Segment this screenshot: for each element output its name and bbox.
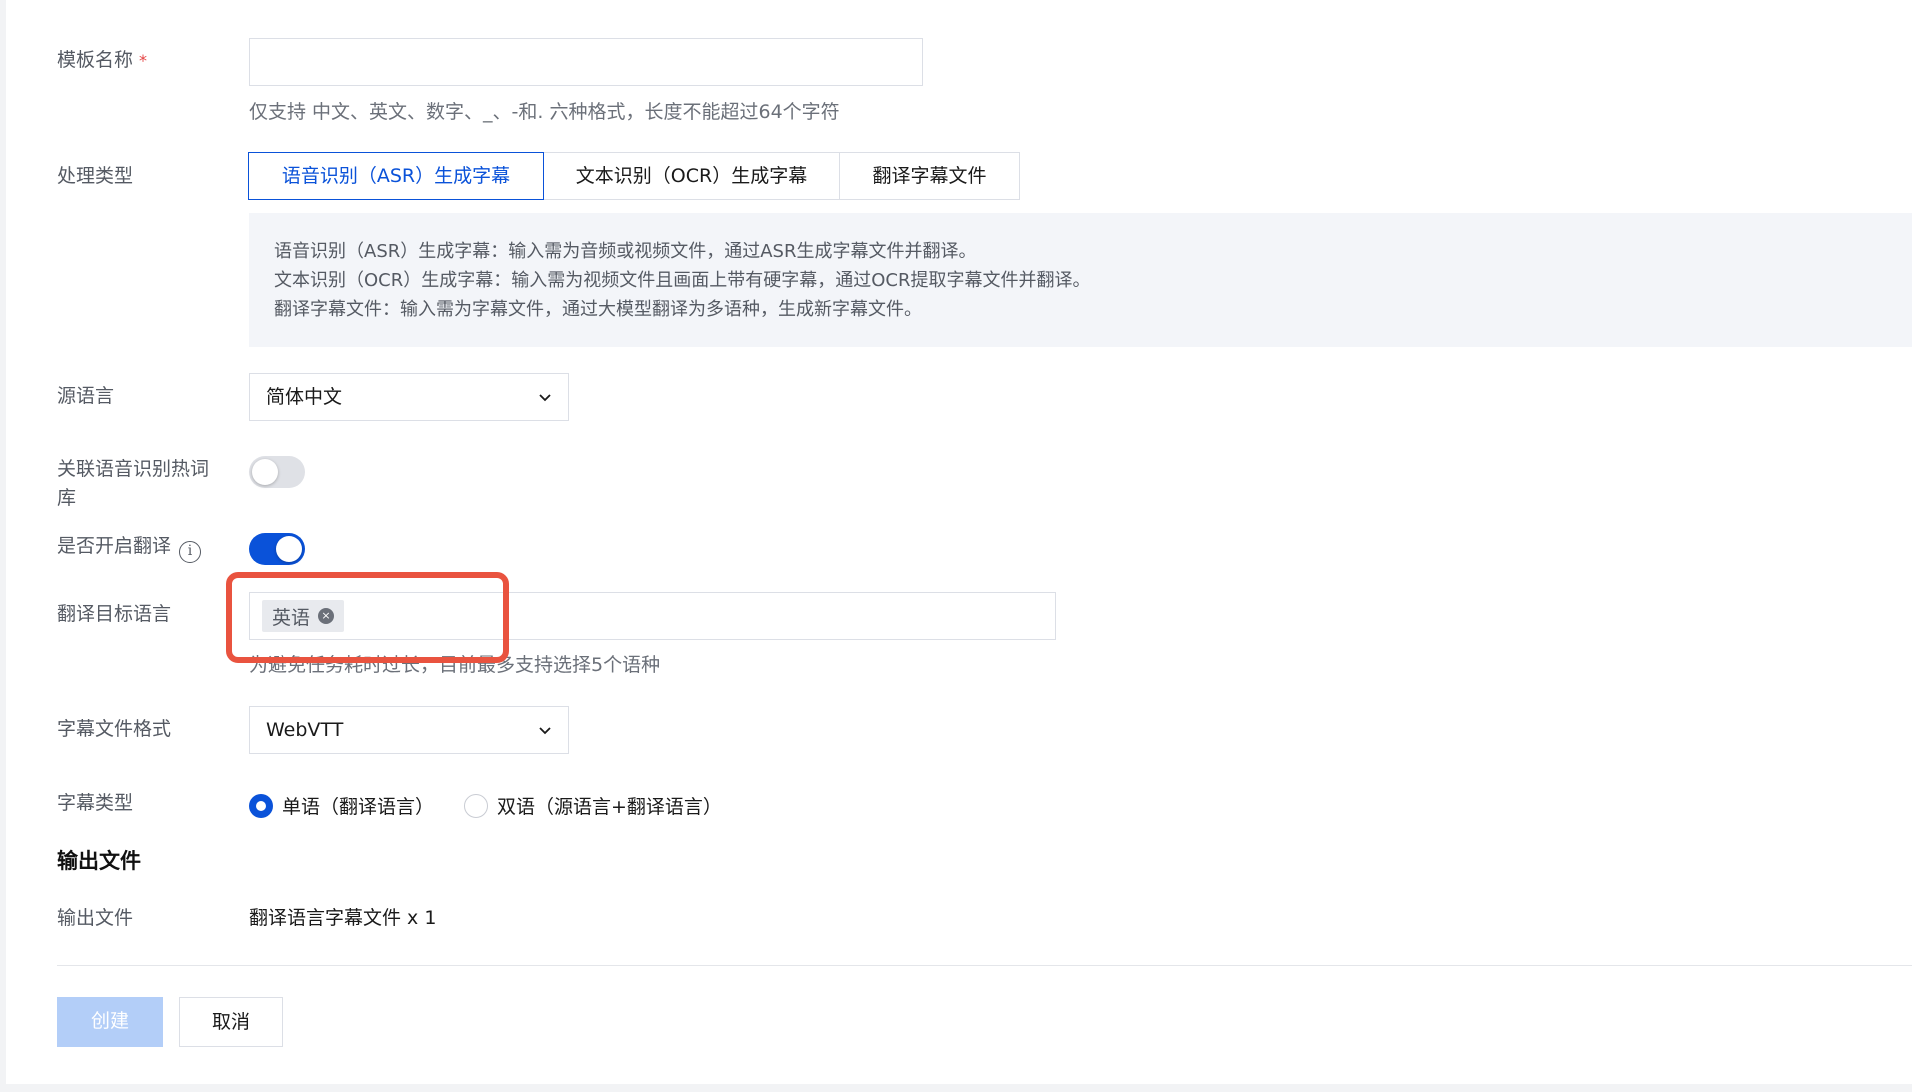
process-type-option-asr[interactable]: 语音识别（ASR）生成字幕: [248, 152, 544, 200]
process-type-label: 处理类型: [57, 165, 134, 187]
toggle-knob: [252, 459, 278, 485]
template-name-input[interactable]: [249, 38, 923, 86]
hotword-toggle[interactable]: [249, 456, 305, 488]
translate-toggle[interactable]: [249, 533, 305, 565]
target-language-label: 翻译目标语言: [57, 603, 172, 625]
radio-bilingual-label: 双语（源语言+翻译语言）: [497, 796, 722, 818]
toggle-knob: [276, 536, 302, 562]
subtitle-format-value: WebVTT: [266, 719, 344, 741]
chevron-down-icon: [539, 394, 551, 402]
process-type-option-ocr[interactable]: 文本识别（OCR）生成字幕: [543, 152, 840, 200]
process-type-description: 语音识别（ASR）生成字幕：输入需为音频或视频文件，通过ASR生成字幕文件并翻译…: [249, 213, 1912, 347]
subtitle-type-radio-group: 单语（翻译语言） 双语（源语言+翻译语言）: [249, 792, 752, 819]
radio-bilingual[interactable]: 双语（源语言+翻译语言）: [464, 792, 722, 819]
required-mark: *: [139, 51, 148, 70]
subtitle-format-select[interactable]: WebVTT: [249, 706, 569, 754]
source-language-label: 源语言: [57, 385, 115, 407]
radio-mono-label: 单语（翻译语言）: [282, 796, 435, 818]
description-ocr: 文本识别（OCR）生成字幕：输入需为视频文件且画面上带有硬字幕，通过OCR提取字…: [274, 270, 1091, 291]
translate-label: 是否开启翻译 i: [57, 532, 202, 563]
process-type-segmented: 语音识别（ASR）生成字幕 文本识别（OCR）生成字幕 翻译字幕文件: [248, 152, 1020, 200]
divider: [57, 965, 1912, 966]
process-type-option-translate[interactable]: 翻译字幕文件: [839, 152, 1020, 200]
highlight-box: [226, 572, 509, 663]
form-panel: 模板名称 * 仅支持 中文、英文、数字、_、-和. 六种格式，长度不能超过64个字…: [6, 0, 1912, 1084]
cancel-button[interactable]: 取消: [179, 997, 283, 1047]
info-icon[interactable]: i: [179, 541, 202, 563]
chevron-down-icon: [539, 727, 551, 735]
radio-unchecked-icon: [464, 793, 489, 818]
source-language-value: 简体中文: [266, 386, 343, 408]
source-language-select[interactable]: 简体中文: [249, 373, 569, 421]
output-label: 输出文件: [57, 907, 134, 929]
create-button[interactable]: 创建: [57, 997, 163, 1047]
hotword-label: 关联语音识别热词 库: [57, 458, 210, 509]
output-section-title: 输出文件: [57, 849, 141, 873]
subtitle-type-label: 字幕类型: [57, 792, 134, 814]
template-name-hint: 仅支持 中文、英文、数字、_、-和. 六种格式，长度不能超过64个字符: [249, 101, 840, 123]
description-translate: 翻译字幕文件：输入需为字幕文件，通过大模型翻译为多语种，生成新字幕文件。: [274, 299, 922, 320]
description-asr: 语音识别（ASR）生成字幕：输入需为音频或视频文件，通过ASR生成字幕文件并翻译…: [274, 241, 977, 262]
subtitle-format-label: 字幕文件格式: [57, 718, 172, 740]
template-name-label: 模板名称 *: [57, 49, 148, 71]
radio-mono[interactable]: 单语（翻译语言）: [249, 792, 434, 819]
radio-checked-icon: [249, 793, 273, 818]
output-value: 翻译语言字幕文件 x 1: [249, 907, 437, 929]
